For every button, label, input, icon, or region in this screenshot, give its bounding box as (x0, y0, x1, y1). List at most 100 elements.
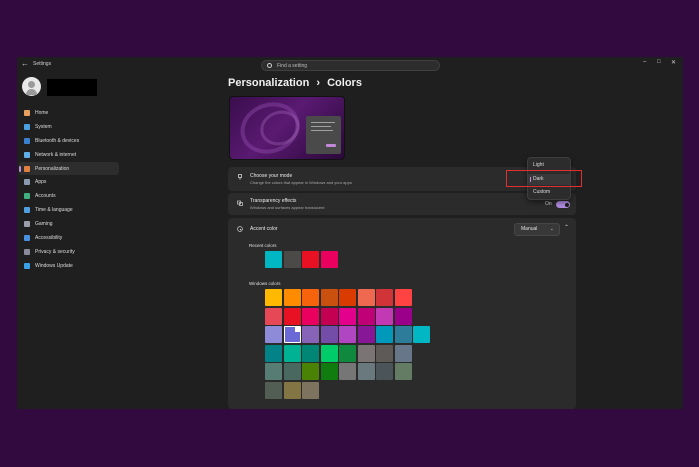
mode-description: Change the colors that appear in Windows… (250, 180, 352, 185)
color-swatch[interactable] (302, 344, 319, 362)
color-swatch[interactable] (265, 251, 282, 268)
search-box[interactable] (261, 60, 440, 71)
bluetooth-icon (24, 137, 30, 144)
color-swatch[interactable] (320, 344, 338, 362)
avatar[interactable] (22, 77, 41, 96)
color-swatch[interactable] (283, 289, 301, 306)
sidebar-item-bluetooth-devices[interactable]: Bluetooth & devices (19, 134, 119, 148)
wifi-icon (24, 151, 30, 158)
color-swatch[interactable] (302, 326, 319, 343)
color-swatch[interactable] (320, 363, 338, 380)
maximize-button[interactable]: □ (657, 59, 661, 65)
color-swatch[interactable] (376, 307, 393, 325)
sidebar-item-privacy-security[interactable]: Privacy & security (19, 245, 119, 259)
transparency-toggle[interactable] (556, 201, 570, 208)
color-swatch[interactable] (283, 307, 301, 325)
color-swatch[interactable] (320, 307, 338, 325)
system-icon (24, 123, 30, 130)
avatar-body (26, 89, 37, 95)
color-swatch[interactable] (302, 251, 319, 268)
color-swatch[interactable] (394, 326, 412, 343)
color-swatch[interactable] (339, 289, 356, 306)
color-swatch[interactable] (283, 251, 301, 268)
color-swatch[interactable] (265, 381, 282, 399)
minimize-button[interactable]: – (643, 59, 646, 65)
color-swatch[interactable] (339, 363, 356, 380)
accessibility-icon (24, 234, 30, 241)
preview-line (311, 122, 335, 123)
transparency-description: Windows and surfaces appear translucent (250, 205, 325, 210)
mode-option-custom[interactable]: Custom (528, 187, 570, 198)
sidebar-item-gaming[interactable]: Gaming (19, 217, 119, 231)
accent-title: Accent color (250, 226, 278, 232)
recent-colors-label: Recent colors (249, 243, 277, 248)
color-swatch[interactable] (376, 326, 393, 343)
color-swatch[interactable] (413, 326, 430, 343)
color-swatch[interactable] (283, 381, 301, 399)
color-swatch[interactable] (339, 344, 356, 362)
sidebar-item-time-language[interactable]: Time & language (19, 203, 119, 217)
sidebar-item-apps[interactable]: Apps (19, 175, 119, 189)
paintbrush-icon (238, 174, 242, 180)
transparency-title: Transparency effects (250, 198, 297, 204)
sidebar-item-accessibility[interactable]: Accessibility (19, 231, 119, 245)
color-swatch[interactable] (283, 344, 301, 362)
back-arrow-icon[interactable]: ← (21, 60, 29, 68)
color-swatch[interactable] (265, 344, 282, 362)
accent-mode-value: Manual (521, 226, 538, 232)
color-swatch[interactable] (265, 363, 282, 380)
color-swatch[interactable] (394, 363, 412, 380)
breadcrumb-parent[interactable]: Personalization (228, 77, 309, 89)
color-swatch[interactable] (357, 326, 375, 343)
accent-mode-dropdown[interactable]: Manual ⌄ (514, 223, 560, 236)
sidebar-item-label: Time & language (35, 207, 73, 214)
sidebar-item-windows-update[interactable]: Windows Update (19, 259, 119, 273)
sidebar-item-label: System (35, 123, 52, 130)
shield-icon (24, 248, 30, 255)
color-swatch[interactable] (283, 326, 301, 343)
color-swatch[interactable] (376, 363, 393, 380)
color-swatch[interactable] (394, 289, 412, 306)
color-swatch[interactable] (376, 344, 393, 362)
color-swatch[interactable] (394, 307, 412, 325)
annotation-highlight (506, 170, 582, 187)
color-swatch[interactable] (357, 289, 375, 306)
color-swatch[interactable] (357, 363, 375, 380)
check-icon (294, 327, 300, 332)
sidebar-item-label: Privacy & security (35, 248, 75, 255)
color-swatch[interactable] (302, 381, 319, 399)
close-button[interactable]: ✕ (671, 59, 676, 66)
color-swatch[interactable] (339, 307, 356, 325)
search-input[interactable] (277, 61, 427, 70)
accounts-icon (24, 193, 30, 200)
color-swatch[interactable] (357, 307, 375, 325)
color-swatch[interactable] (265, 289, 282, 306)
color-swatch[interactable] (302, 307, 319, 325)
sidebar-item-accounts[interactable]: Accounts (19, 189, 119, 203)
sidebar-item-home[interactable]: Home (19, 106, 119, 120)
settings-window: ← Settings – □ ✕ Home System Bluetooth & d… (17, 57, 683, 409)
color-swatch[interactable] (376, 289, 393, 306)
transparency-card: Transparency effects Windows and surface… (228, 193, 576, 215)
color-swatch[interactable] (265, 307, 282, 325)
sidebar-item-network-internet[interactable]: Network & internet (19, 148, 119, 162)
color-swatch[interactable] (302, 363, 319, 380)
color-swatch[interactable] (357, 344, 375, 362)
sidebar-item-system[interactable]: System (19, 120, 119, 134)
chevron-up-icon[interactable]: ⌃ (564, 224, 569, 231)
brush-icon (24, 165, 30, 172)
color-swatch[interactable] (394, 344, 412, 362)
color-swatch[interactable] (339, 326, 356, 343)
theme-preview (229, 96, 345, 160)
sidebar-item-personalization[interactable]: Personalization (19, 161, 119, 176)
color-swatch[interactable] (265, 326, 282, 343)
color-swatch[interactable] (302, 289, 319, 306)
toggle-knob (564, 202, 569, 207)
color-swatch[interactable] (320, 289, 338, 306)
color-swatch[interactable] (320, 326, 338, 343)
color-swatch[interactable] (283, 363, 301, 380)
color-swatch[interactable] (320, 251, 338, 268)
mode-title: Choose your mode (250, 173, 293, 179)
sidebar-item-label: Apps (35, 179, 47, 186)
sidebar-item-label: Bluetooth & devices (35, 137, 80, 144)
